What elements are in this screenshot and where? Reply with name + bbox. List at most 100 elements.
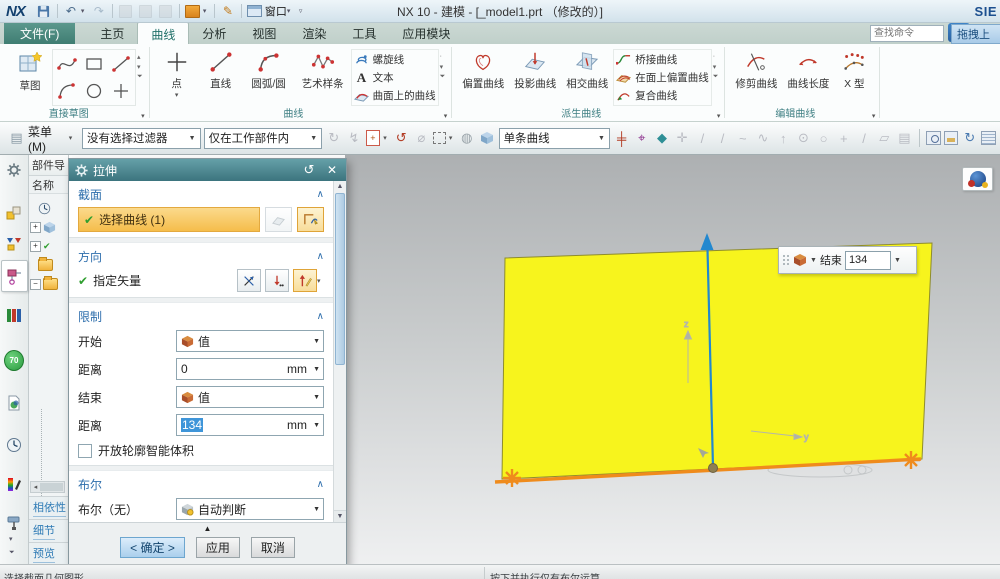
- face-snap-icon[interactable]: ▱: [876, 128, 893, 148]
- command-finder-icon[interactable]: [183, 2, 203, 20]
- sketch-rectangle-button[interactable]: [81, 51, 107, 77]
- group-dialog-launcher-icon[interactable]: ▾: [141, 112, 145, 120]
- menu-button[interactable]: ▤ 菜单(M) ▾: [4, 122, 79, 155]
- spline-snap-icon[interactable]: ∿: [754, 128, 771, 148]
- drag-grip-icon[interactable]: [783, 255, 790, 266]
- apply-button[interactable]: 应用: [196, 537, 240, 558]
- end-distance-input[interactable]: 134 mm ▼: [176, 414, 324, 436]
- center-snap-icon[interactable]: ⊙: [795, 128, 812, 148]
- end-limit-dropdown[interactable]: 值 ▼: [176, 386, 324, 408]
- project-curve-button[interactable]: 投影曲线: [509, 47, 561, 91]
- touch-mode-icon[interactable]: ✎: [218, 2, 238, 20]
- x-form-button[interactable]: X 型: [834, 47, 874, 91]
- vector-arrowhead[interactable]: [701, 233, 714, 250]
- zoom-window-icon[interactable]: [926, 131, 941, 145]
- snap-point-dialog-icon[interactable]: +: [366, 130, 381, 146]
- strip-more-icon[interactable]: ⏷: [9, 549, 15, 557]
- lasso-dropdown-icon[interactable]: ▾: [449, 134, 455, 142]
- tree-node-history[interactable]: [38, 200, 51, 216]
- scrollbar-thumb[interactable]: [335, 193, 345, 365]
- tab-dependencies[interactable]: 相依性: [28, 496, 68, 519]
- sketch-point-button[interactable]: [108, 78, 134, 104]
- copy-icon[interactable]: [136, 2, 156, 20]
- limit-type-cube-icon[interactable]: [793, 253, 807, 267]
- point-on-curve-icon[interactable]: ↺: [393, 128, 410, 148]
- reuse-library-icon[interactable]: [4, 305, 24, 325]
- end-distance-dropdown-icon[interactable]: ▼: [894, 257, 901, 264]
- stop-at-intersection-icon[interactable]: ╪: [613, 128, 630, 148]
- slash-snap-icon[interactable]: /: [855, 128, 872, 148]
- cut-icon[interactable]: [116, 2, 136, 20]
- sketch-circle-button[interactable]: [81, 78, 107, 104]
- sketch-line-button[interactable]: [108, 51, 134, 77]
- selection-scope-dropdown[interactable]: 仅在工作部件内▼: [204, 128, 323, 149]
- group-dialog-launcher-icon[interactable]: ▾: [717, 112, 721, 120]
- studio-spline-button[interactable]: 艺术样条: [295, 47, 351, 91]
- move-handle-icon[interactable]: ✛: [674, 128, 691, 148]
- axis-snap-icon[interactable]: ↑: [775, 128, 792, 148]
- tree-node-model-history[interactable]: −: [30, 276, 58, 292]
- line2-snap-icon[interactable]: /: [714, 128, 731, 148]
- vector-dropdown-icon[interactable]: ▾: [317, 277, 324, 285]
- section-header-direction[interactable]: 方向∧: [69, 243, 333, 267]
- offset-curve-in-face-button[interactable]: 在面上偏置曲线: [616, 69, 709, 86]
- shaded-sphere-icon[interactable]: ◍: [458, 128, 475, 148]
- undo-dropdown-icon[interactable]: ▾: [81, 7, 89, 15]
- tree-node-model-views[interactable]: +: [30, 219, 56, 235]
- tab-preview[interactable]: 预览: [28, 542, 68, 565]
- save-icon[interactable]: [34, 2, 54, 20]
- dialog-close-icon[interactable]: ✕: [324, 163, 340, 177]
- paste-icon[interactable]: [156, 2, 176, 20]
- dialog-reset-icon[interactable]: ↺: [301, 162, 317, 178]
- point-button[interactable]: 点 ▾: [155, 47, 199, 98]
- tab-render[interactable]: 渲染: [289, 22, 339, 44]
- snapshot-icon[interactable]: [944, 131, 959, 145]
- composite-curve-button[interactable]: 复合曲线: [616, 87, 709, 104]
- cancel-button[interactable]: 取消: [251, 537, 295, 558]
- part-navigator-icon[interactable]: [1, 260, 28, 292]
- chevron-up-icon[interactable]: ∧: [317, 251, 324, 262]
- helix-button[interactable]: 螺旋线: [354, 51, 436, 68]
- curve-length-button[interactable]: 曲线长度: [782, 47, 834, 91]
- start-distance-input[interactable]: 0 mm ▼: [176, 358, 324, 380]
- arc-circle-button[interactable]: 圆弧/圆: [243, 47, 295, 91]
- sketch-arc-button[interactable]: [54, 78, 80, 104]
- select-handles-icon[interactable]: ↯: [345, 128, 362, 148]
- dialog-scrollbar[interactable]: ▲ ▼: [333, 181, 346, 522]
- text-button[interactable]: 文本: [354, 69, 436, 86]
- scroll-down-icon[interactable]: ▼: [334, 510, 346, 522]
- snap-point-dropdown-icon[interactable]: ▾: [383, 134, 389, 142]
- section-header-boolean[interactable]: 布尔∧: [69, 471, 333, 495]
- highlight-related-icon[interactable]: ↻: [325, 128, 342, 148]
- window-button-label[interactable]: 窗口: [265, 3, 287, 19]
- boolean-dropdown[interactable]: 自动判断 ▼: [176, 498, 324, 520]
- gallery-arrows[interactable]: ·▾⏷: [439, 47, 447, 85]
- vector-origin-handle[interactable]: [709, 464, 718, 473]
- tab-tools[interactable]: 工具: [339, 22, 389, 44]
- tab-home[interactable]: 主页: [87, 22, 137, 44]
- tab-file[interactable]: 文件(F): [4, 22, 75, 44]
- gallery-arrows[interactable]: ·▾⏷: [712, 47, 720, 85]
- follow-fillet-icon[interactable]: ⌖: [633, 128, 650, 148]
- chevron-up-icon[interactable]: ∧: [317, 311, 324, 322]
- group-dialog-launcher-icon[interactable]: ▾: [872, 112, 876, 120]
- intersect-curve-button[interactable]: 相交曲线: [561, 47, 613, 91]
- curve-snap-icon[interactable]: ~: [734, 128, 751, 148]
- tree-node-cameras[interactable]: +✔: [30, 238, 51, 254]
- dialog-collapse-icon[interactable]: ▲: [77, 523, 338, 535]
- extrude-dialog[interactable]: 拉伸 ↺ ✕ 截面∧ ✔ 选择曲线 (1) 方向∧ ✔ 指定矢量: [68, 158, 347, 567]
- bridge-curve-button[interactable]: 桥接曲线: [616, 51, 709, 68]
- tab-curve[interactable]: 曲线: [137, 22, 189, 44]
- curve-on-surface-button[interactable]: 曲面上的曲线: [354, 87, 436, 104]
- circle-snap-icon[interactable]: ○: [815, 128, 832, 148]
- open-profile-checkbox[interactable]: [78, 444, 92, 458]
- undo-icon[interactable]: ↶: [61, 2, 81, 20]
- resource-gear-icon[interactable]: [4, 160, 24, 180]
- onscreen-input-toolbar[interactable]: ▼ 结束 134 ▼: [778, 246, 917, 274]
- tab-analysis[interactable]: 分析: [189, 22, 239, 44]
- tab-application[interactable]: 应用模块: [389, 22, 463, 44]
- inferred-vector-button[interactable]: [265, 269, 289, 292]
- command-finder-dropdown-icon[interactable]: ▾: [203, 7, 211, 15]
- dialog-title-bar[interactable]: 拉伸 ↺ ✕: [69, 159, 346, 181]
- navigator-h-scrollbar[interactable]: ◂: [30, 481, 65, 493]
